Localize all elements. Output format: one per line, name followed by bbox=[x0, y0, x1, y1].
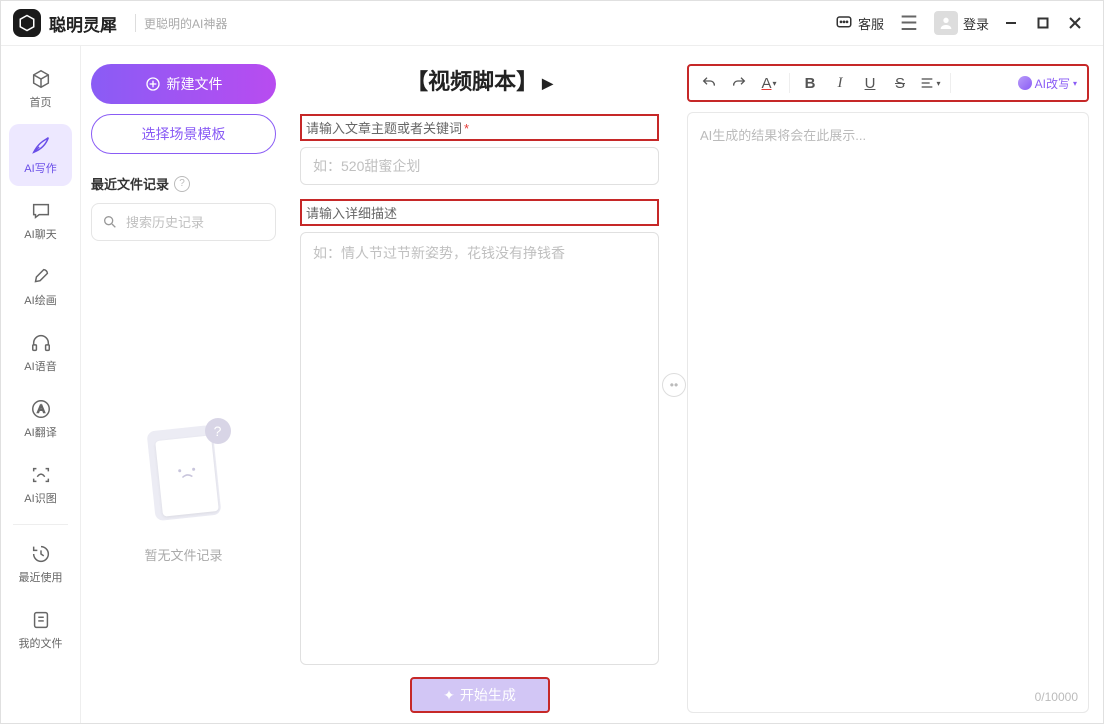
strike-button[interactable]: S bbox=[886, 69, 914, 97]
nav-home[interactable]: 首页 bbox=[9, 58, 72, 120]
nav-my-files[interactable]: 我的文件 bbox=[9, 599, 72, 661]
close-button[interactable] bbox=[1059, 8, 1091, 38]
nav-ai-paint[interactable]: AI绘画 bbox=[9, 256, 72, 318]
bold-button[interactable]: B bbox=[796, 69, 824, 97]
nav-label: AI识图 bbox=[24, 490, 56, 506]
recent-header-label: 最近文件记录 bbox=[91, 174, 169, 193]
app-tagline: 更聪明的AI神器 bbox=[144, 15, 227, 32]
plus-circle-icon bbox=[145, 76, 161, 92]
template-label: 选择场景模板 bbox=[142, 124, 226, 144]
char-count: 0/10000 bbox=[1035, 690, 1078, 704]
italic-button[interactable]: I bbox=[826, 69, 854, 97]
menu-icon[interactable]: ☰ bbox=[890, 7, 928, 40]
nav-label: AI语音 bbox=[24, 358, 56, 374]
history-icon bbox=[30, 543, 52, 565]
avatar-icon bbox=[934, 11, 958, 35]
center-panel: 【视频脚本】▶ 请输入文章主题或者关键词* 请输入详细描述 ✦ 开始生成 •• bbox=[286, 46, 673, 723]
ai-rewrite-button[interactable]: AI改写 ▾ bbox=[1014, 73, 1081, 94]
underline-button[interactable]: U bbox=[856, 69, 884, 97]
svg-text:A: A bbox=[37, 404, 45, 416]
ai-dot-icon bbox=[1018, 76, 1032, 90]
new-file-button[interactable]: 新建文件 bbox=[91, 64, 276, 104]
file-icon bbox=[30, 609, 52, 631]
empty-clipboard-icon: ? bbox=[139, 420, 229, 530]
align-button[interactable]: ▾ bbox=[916, 69, 944, 97]
new-file-label: 新建文件 bbox=[167, 74, 223, 94]
sparkle-icon: ✦ bbox=[443, 687, 455, 704]
empty-text: 暂无文件记录 bbox=[144, 545, 222, 564]
nav-label: 首页 bbox=[30, 94, 52, 110]
app-name: 聪明灵犀 bbox=[49, 11, 117, 36]
chat-bubble-icon bbox=[30, 200, 52, 222]
ai-rewrite-label: AI改写 bbox=[1035, 75, 1070, 92]
nav-divider bbox=[13, 524, 68, 525]
nav-label: AI聊天 bbox=[24, 226, 56, 242]
help-icon[interactable]: ? bbox=[174, 176, 190, 192]
brush-icon bbox=[30, 266, 52, 288]
nav-recent[interactable]: 最近使用 bbox=[9, 533, 72, 595]
editor-toolbar: A▾ B I U S ▾ AI改写 ▾ bbox=[687, 64, 1089, 102]
left-nav: 首页 AI写作 AI聊天 AI绘画 AI语音 A AI翻译 AI识图 bbox=[1, 46, 81, 723]
maximize-button[interactable] bbox=[1027, 8, 1059, 38]
nav-label: 最近使用 bbox=[19, 569, 63, 585]
redo-button[interactable] bbox=[725, 69, 753, 97]
translate-icon: A bbox=[30, 398, 52, 420]
cube-icon bbox=[30, 68, 52, 90]
support-label: 客服 bbox=[858, 14, 884, 33]
titlebar-divider bbox=[135, 14, 136, 32]
search-input[interactable] bbox=[126, 215, 302, 230]
files-panel: 新建文件 选择场景模板 最近文件记录 ? ? 暂无文件记录 bbox=[81, 46, 286, 723]
nav-ai-translate[interactable]: A AI翻译 bbox=[9, 388, 72, 450]
dropdown-triangle-icon: ▶ bbox=[542, 75, 553, 91]
toolbar-separator bbox=[950, 73, 951, 93]
page-title[interactable]: 【视频脚本】▶ bbox=[300, 64, 659, 96]
recent-header: 最近文件记录 ? bbox=[91, 174, 276, 193]
nav-label: AI写作 bbox=[24, 160, 56, 176]
nav-ai-chat[interactable]: AI聊天 bbox=[9, 190, 72, 252]
quill-icon bbox=[30, 134, 52, 156]
toolbar-separator bbox=[789, 73, 790, 93]
nav-label: 我的文件 bbox=[19, 635, 63, 651]
search-icon bbox=[102, 214, 118, 230]
detail-textarea[interactable] bbox=[300, 232, 659, 665]
login-button[interactable]: 登录 bbox=[928, 7, 995, 39]
titlebar: 聪明灵犀 更聪明的AI神器 客服 ☰ 登录 bbox=[1, 1, 1103, 46]
resize-handle[interactable]: •• bbox=[662, 373, 686, 397]
login-label: 登录 bbox=[963, 14, 989, 33]
template-button[interactable]: 选择场景模板 bbox=[91, 114, 276, 154]
image-scan-icon bbox=[30, 464, 52, 486]
support-button[interactable]: 客服 bbox=[829, 10, 890, 37]
nav-ai-writing[interactable]: AI写作 bbox=[9, 124, 72, 186]
app-logo-icon bbox=[13, 9, 41, 37]
generate-button[interactable]: ✦ 开始生成 bbox=[410, 677, 550, 713]
chat-icon bbox=[835, 14, 853, 32]
text-color-button[interactable]: A▾ bbox=[755, 69, 783, 97]
chevron-down-icon: ▾ bbox=[1073, 79, 1077, 88]
nav-label: AI绘画 bbox=[24, 292, 56, 308]
nav-ai-image[interactable]: AI识图 bbox=[9, 454, 72, 516]
undo-button[interactable] bbox=[695, 69, 723, 97]
nav-ai-voice[interactable]: AI语音 bbox=[9, 322, 72, 384]
topic-label: 请输入文章主题或者关键词* bbox=[300, 114, 659, 141]
topic-input[interactable] bbox=[300, 147, 659, 185]
result-area[interactable]: AI生成的结果将会在此展示... 0/10000 bbox=[687, 112, 1089, 713]
empty-state: ? 暂无文件记录 bbox=[91, 261, 276, 723]
result-placeholder: AI生成的结果将会在此展示... bbox=[700, 128, 866, 143]
minimize-button[interactable] bbox=[995, 8, 1027, 38]
headphones-icon bbox=[30, 332, 52, 354]
right-panel: A▾ B I U S ▾ AI改写 ▾ AI生成的结果将会在此展示... 0/1… bbox=[673, 46, 1103, 723]
detail-label: 请输入详细描述 bbox=[300, 199, 659, 226]
search-box[interactable] bbox=[91, 203, 276, 241]
generate-label: 开始生成 bbox=[460, 685, 516, 705]
nav-label: AI翻译 bbox=[24, 424, 56, 440]
